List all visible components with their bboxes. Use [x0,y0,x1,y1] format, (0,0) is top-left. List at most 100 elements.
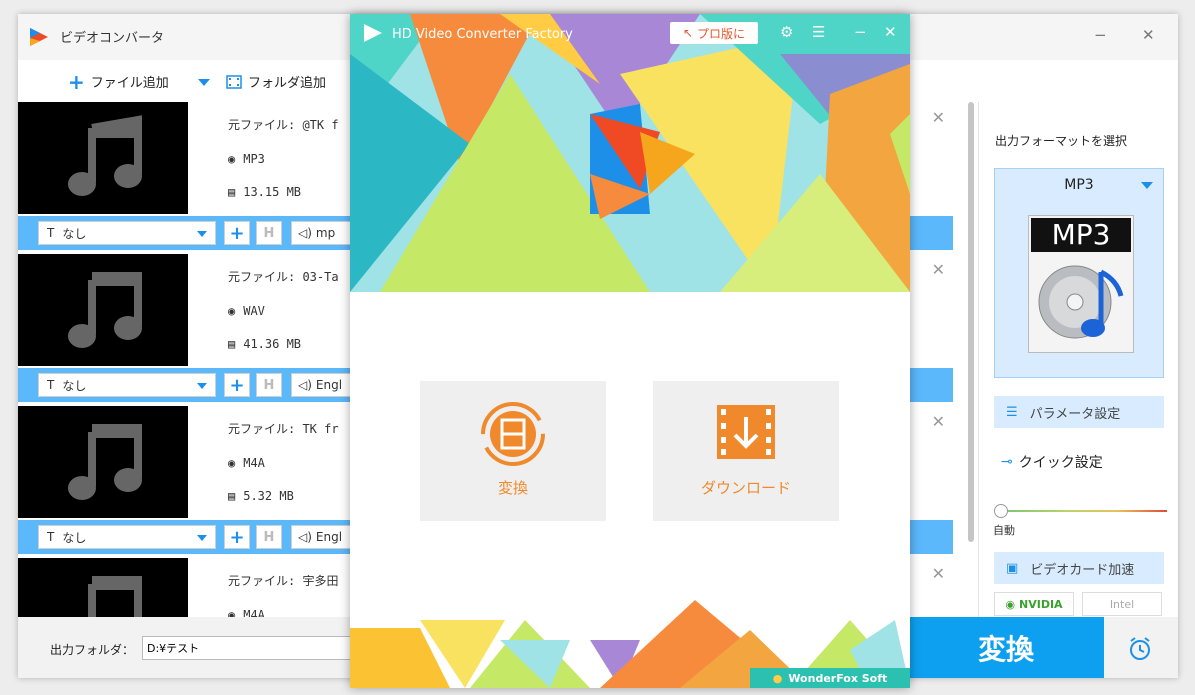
brand-label: WonderFox Soft [788,671,888,685]
music-note-icon [88,576,142,617]
mp3-format-icon: MP3 [1028,215,1134,353]
format-value: MP3 [243,152,265,166]
quality-slider-knob[interactable] [994,504,1008,518]
source-file-name: 元ファイル: @TK f [228,118,339,132]
hero-banner [350,14,910,292]
quick-settings-title: ⊸ クイック設定 [1001,452,1103,472]
quick-settings-label: クイック設定 [1018,455,1103,471]
text-icon: T [47,378,55,392]
file-size-value: 13.15 MB [243,185,302,199]
app-logo-icon [30,28,48,46]
nvidia-toggle[interactable]: ◉ NVIDIA [994,592,1074,616]
audio-track-value: mp [315,226,336,240]
text-icon: T [47,226,55,240]
subtitle-value: なし [62,226,87,241]
mp3-icon-label: MP3 [1031,218,1131,252]
launcher-window: HD Video Converter Factory ↖ プロ版に ⚙ ☰ − … [350,14,910,688]
hdr-icon[interactable]: H [256,525,282,549]
add-subtitle-button[interactable]: + [224,525,250,549]
output-folder-field[interactable]: D:¥テスト [142,636,362,660]
file-size-value: 41.36 MB [243,337,302,351]
intel-toggle[interactable]: Intel [1082,592,1162,616]
file-size-icon: ▤ [228,489,236,503]
text-icon: T [47,530,55,544]
add-folder-button[interactable]: フォルダ追加 [226,72,326,91]
film-convert-icon [481,402,545,466]
nvidia-eye-icon: ◉ [1005,597,1016,611]
parameter-settings-label: パラメータ設定 [1029,406,1121,422]
gpu-acceleration-button[interactable]: ▣ ビデオカード加速 [994,552,1164,584]
subtitle-select[interactable]: T なし [38,525,216,549]
download-film-icon [717,405,775,459]
remove-item-icon[interactable]: ✕ [932,260,945,279]
format-icon: ◉ [228,304,236,318]
remove-item-icon[interactable]: ✕ [932,564,945,583]
speaker-icon: ◁) [298,530,312,544]
list-scrollbar[interactable] [966,102,976,542]
sliders-icon: ☰ [1006,404,1018,420]
intel-label: Intel [1109,597,1135,611]
add-subtitle-button[interactable]: + [224,221,250,245]
quality-slider-label: 自動 [993,524,1015,537]
remove-item-icon[interactable]: ✕ [932,412,945,431]
hdr-icon[interactable]: H [256,373,282,397]
minimize-icon[interactable]: − [854,23,867,41]
subtitle-value: なし [62,378,87,393]
source-file-name: 元ファイル: 宇多田 [228,574,339,588]
audio-track-value: Engl [315,378,343,392]
subtitle-select[interactable]: T なし [38,221,216,245]
launcher-title: HD Video Converter Factory [392,27,573,42]
scrollbar-thumb[interactable] [968,102,974,542]
app-title: ビデオコンバータ [60,31,165,46]
settings-gear-icon[interactable]: ⚙ [780,23,793,41]
add-subtitle-button[interactable]: + [224,373,250,397]
format-name: MP3 [1064,177,1094,193]
convert-button[interactable]: 変換 [908,617,1104,678]
menu-list-icon[interactable]: ☰ [812,23,825,41]
source-file-name: 元ファイル: TK fr [228,422,339,436]
upgrade-pro-label: プロ版に [697,26,746,41]
output-folder-label: 出力フォルダ： [50,643,135,657]
file-size-value: 5.32 MB [243,489,294,503]
chevron-down-icon [197,383,207,389]
chevron-down-icon [197,535,207,541]
add-file-button[interactable]: + ファイル追加 [68,72,169,92]
parameter-settings-button[interactable]: ☰ パラメータ設定 [994,396,1164,428]
subtitle-select[interactable]: T なし [38,373,216,397]
chip-icon: ▣ [1006,560,1019,576]
music-thumbnail [18,254,188,366]
format-value: M4A [243,456,265,470]
nvidia-label: NVIDIA [1019,597,1063,611]
quick-settings-icon: ⊸ [1001,454,1013,470]
converter-card-label: 変換 [497,479,528,497]
music-thumbnail [18,558,188,617]
close-button[interactable]: ✕ [1142,26,1155,44]
gpu-acceleration-label: ビデオカード加速 [1030,562,1135,578]
brand-logo-icon: ● [772,671,783,685]
hdr-icon[interactable]: H [256,221,282,245]
launcher-logo-icon [364,24,382,42]
output-format-panel: 出力フォーマットを選択 MP3 MP3 ☰ パラメータ設定 ⊸ クイック設定 自… [978,102,1178,617]
quality-slider-track[interactable] [1001,510,1167,512]
speaker-icon: ◁) [298,378,312,392]
music-note-icon [68,424,142,500]
upgrade-pro-button[interactable]: ↖ プロ版に [670,22,758,44]
music-thumbnail [18,102,188,214]
file-size-icon: ▤ [228,337,236,351]
audio-track-value: Engl [315,530,343,544]
chevron-down-icon [197,231,207,237]
close-icon[interactable]: ✕ [884,23,897,41]
subtitle-value: なし [62,530,87,545]
downloader-card[interactable]: ダウンロード [653,381,839,521]
alarm-clock-icon[interactable] [1126,635,1154,663]
chevron-down-icon[interactable] [1141,182,1153,189]
converter-card[interactable]: 変換 [420,381,606,521]
add-folder-label: フォルダ追加 [248,76,327,91]
minimize-button[interactable]: − [1094,26,1107,44]
format-selector[interactable]: MP3 MP3 [994,168,1164,378]
format-icon: ◉ [228,608,236,617]
add-file-dropdown-icon[interactable] [198,79,210,86]
music-note-icon [68,272,142,348]
remove-item-icon[interactable]: ✕ [932,108,945,127]
format-value: WAV [243,304,265,318]
